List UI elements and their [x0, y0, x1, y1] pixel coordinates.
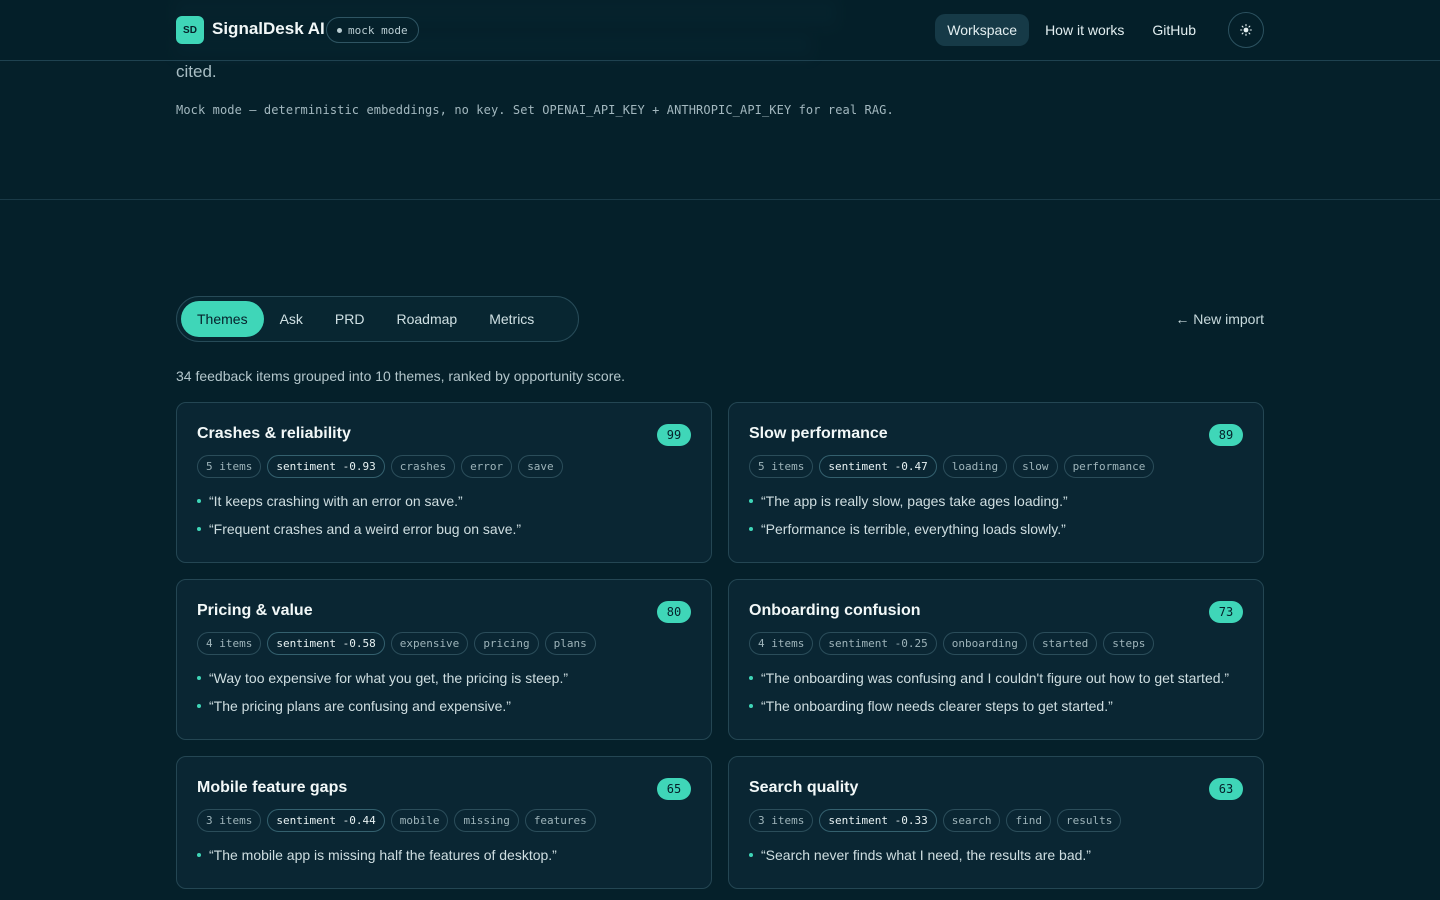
quote-list: “Way too expensive for what you get, the… [197, 667, 691, 717]
tab-ask[interactable]: Ask [264, 301, 319, 337]
keyword-chip: slow [1013, 455, 1058, 478]
sentiment-chip: sentiment -0.25 [819, 632, 937, 655]
mode-badge-label: mock mode [348, 23, 408, 37]
opportunity-score-badge: 80 [657, 601, 691, 623]
theme-title: Mobile feature gaps [197, 779, 348, 796]
theme-title: Search quality [749, 779, 859, 796]
opportunity-score-badge: 63 [1209, 778, 1243, 800]
quote-list: “It keeps crashing with an error on save… [197, 490, 691, 540]
keyword-chip: features [524, 809, 596, 832]
status-dot-icon [337, 27, 342, 33]
top-nav: Workspace How it works GitHub [935, 12, 1264, 48]
keyword-chip: pricing [474, 632, 539, 655]
theme-card[interactable]: Onboarding confusion 73 4 items sentimen… [728, 579, 1264, 740]
nav-workspace[interactable]: Workspace [935, 14, 1030, 46]
sentiment-chip: sentiment -0.44 [267, 809, 385, 832]
keyword-chip: started [1032, 632, 1098, 655]
keyword-chip: search [942, 809, 1001, 832]
theme-card[interactable]: Mobile feature gaps 65 3 items sentiment… [176, 756, 712, 889]
quote-list: “Search never finds what I need, the res… [749, 844, 1243, 866]
quote-item: “Performance is terrible, everything loa… [749, 518, 1243, 540]
tab-metrics[interactable]: Metrics [473, 301, 550, 337]
keyword-chip: save [518, 455, 563, 478]
hero-text-tail: cited. [176, 62, 217, 81]
nav-how-it-works[interactable]: How it works [1033, 14, 1136, 46]
item-count-chip: 5 items [197, 455, 262, 478]
quote-item: “The onboarding flow needs clearer steps… [749, 695, 1243, 717]
mock-mode-badge: mock mode [326, 17, 419, 43]
themes-grid: Crashes & reliability 99 5 items sentime… [176, 402, 1264, 889]
theme-chips: 5 items sentiment -0.47 loading slow per… [749, 455, 1243, 478]
quote-item: “The app is really slow, pages take ages… [749, 490, 1243, 512]
opportunity-score-badge: 65 [657, 778, 691, 800]
sentiment-chip: sentiment -0.47 [819, 455, 937, 478]
theme-chips: 3 items sentiment -0.44 mobile missing f… [197, 809, 691, 832]
keyword-chip: results [1056, 809, 1122, 832]
item-count-chip: 3 items [749, 809, 814, 832]
keyword-chip: mobile [390, 809, 449, 832]
theme-chips: 5 items sentiment -0.93 crashes error sa… [197, 455, 691, 478]
quote-item: “The pricing plans are confusing and exp… [197, 695, 691, 717]
keyword-chip: expensive [390, 632, 469, 655]
opportunity-score-badge: 89 [1209, 424, 1243, 446]
theme-card[interactable]: Crashes & reliability 99 5 items sentime… [176, 402, 712, 563]
quote-item: “It keeps crashing with an error on save… [197, 490, 691, 512]
item-count-chip: 4 items [749, 632, 814, 655]
keyword-chip: missing [454, 809, 519, 832]
opportunity-score-badge: 73 [1209, 601, 1243, 623]
quote-item: “Frequent crashes and a weird error bug … [197, 518, 691, 540]
nav-github[interactable]: GitHub [1140, 14, 1208, 46]
themes-summary: 34 feedback items grouped into 10 themes… [176, 368, 626, 384]
keyword-chip: onboarding [942, 632, 1027, 655]
keyword-chip: loading [942, 455, 1008, 478]
keyword-chip: error [461, 455, 513, 478]
theme-title: Pricing & value [197, 602, 313, 619]
tab-roadmap[interactable]: Roadmap [380, 301, 473, 337]
item-count-chip: 5 items [749, 455, 814, 478]
quote-item: “Search never finds what I need, the res… [749, 844, 1243, 866]
quote-list: “The onboarding was confusing and I coul… [749, 667, 1243, 717]
tab-themes[interactable]: Themes [181, 301, 264, 337]
sentiment-chip: sentiment -0.58 [267, 632, 385, 655]
sun-icon [1240, 24, 1252, 36]
theme-toggle-button[interactable] [1228, 12, 1264, 48]
theme-title: Crashes & reliability [197, 425, 351, 442]
quote-item: “The mobile app is missing half the feat… [197, 844, 691, 866]
quote-list: “The app is really slow, pages take ages… [749, 490, 1243, 540]
theme-chips: 4 items sentiment -0.25 onboarding start… [749, 632, 1243, 655]
keyword-chip: crashes [390, 455, 456, 478]
quote-list: “The mobile app is missing half the feat… [197, 844, 691, 866]
workspace-tabs: Themes Ask PRD Roadmap Metrics [176, 296, 579, 342]
quote-item: “The onboarding was confusing and I coul… [749, 667, 1243, 689]
keyword-chip: find [1006, 809, 1051, 832]
keyword-chip: plans [544, 632, 596, 655]
tab-prd[interactable]: PRD [319, 301, 381, 337]
theme-card[interactable]: Search quality 63 3 items sentiment -0.3… [728, 756, 1264, 889]
app-title[interactable]: SignalDesk AI [212, 19, 325, 39]
quote-item: “Way too expensive for what you get, the… [197, 667, 691, 689]
theme-chips: 4 items sentiment -0.58 expensive pricin… [197, 632, 691, 655]
keyword-chip: performance [1063, 455, 1155, 478]
item-count-chip: 4 items [197, 632, 262, 655]
sentiment-chip: sentiment -0.93 [267, 455, 385, 478]
app-logo[interactable]: SD [176, 16, 204, 44]
theme-title: Slow performance [749, 425, 888, 442]
new-import-link[interactable]: ← New import [1175, 311, 1264, 327]
theme-title: Onboarding confusion [749, 602, 921, 619]
top-header: SD SignalDesk AI mock mode Workspace How… [0, 0, 1440, 61]
mock-mode-note: Mock mode — deterministic embeddings, no… [176, 103, 894, 117]
item-count-chip: 3 items [197, 809, 262, 832]
theme-card[interactable]: Pricing & value 80 4 items sentiment -0.… [176, 579, 712, 740]
sentiment-chip: sentiment -0.33 [819, 809, 937, 832]
opportunity-score-badge: 99 [657, 424, 691, 446]
theme-chips: 3 items sentiment -0.33 search find resu… [749, 809, 1243, 832]
keyword-chip: steps [1103, 632, 1155, 655]
theme-card[interactable]: Slow performance 89 5 items sentiment -0… [728, 402, 1264, 563]
